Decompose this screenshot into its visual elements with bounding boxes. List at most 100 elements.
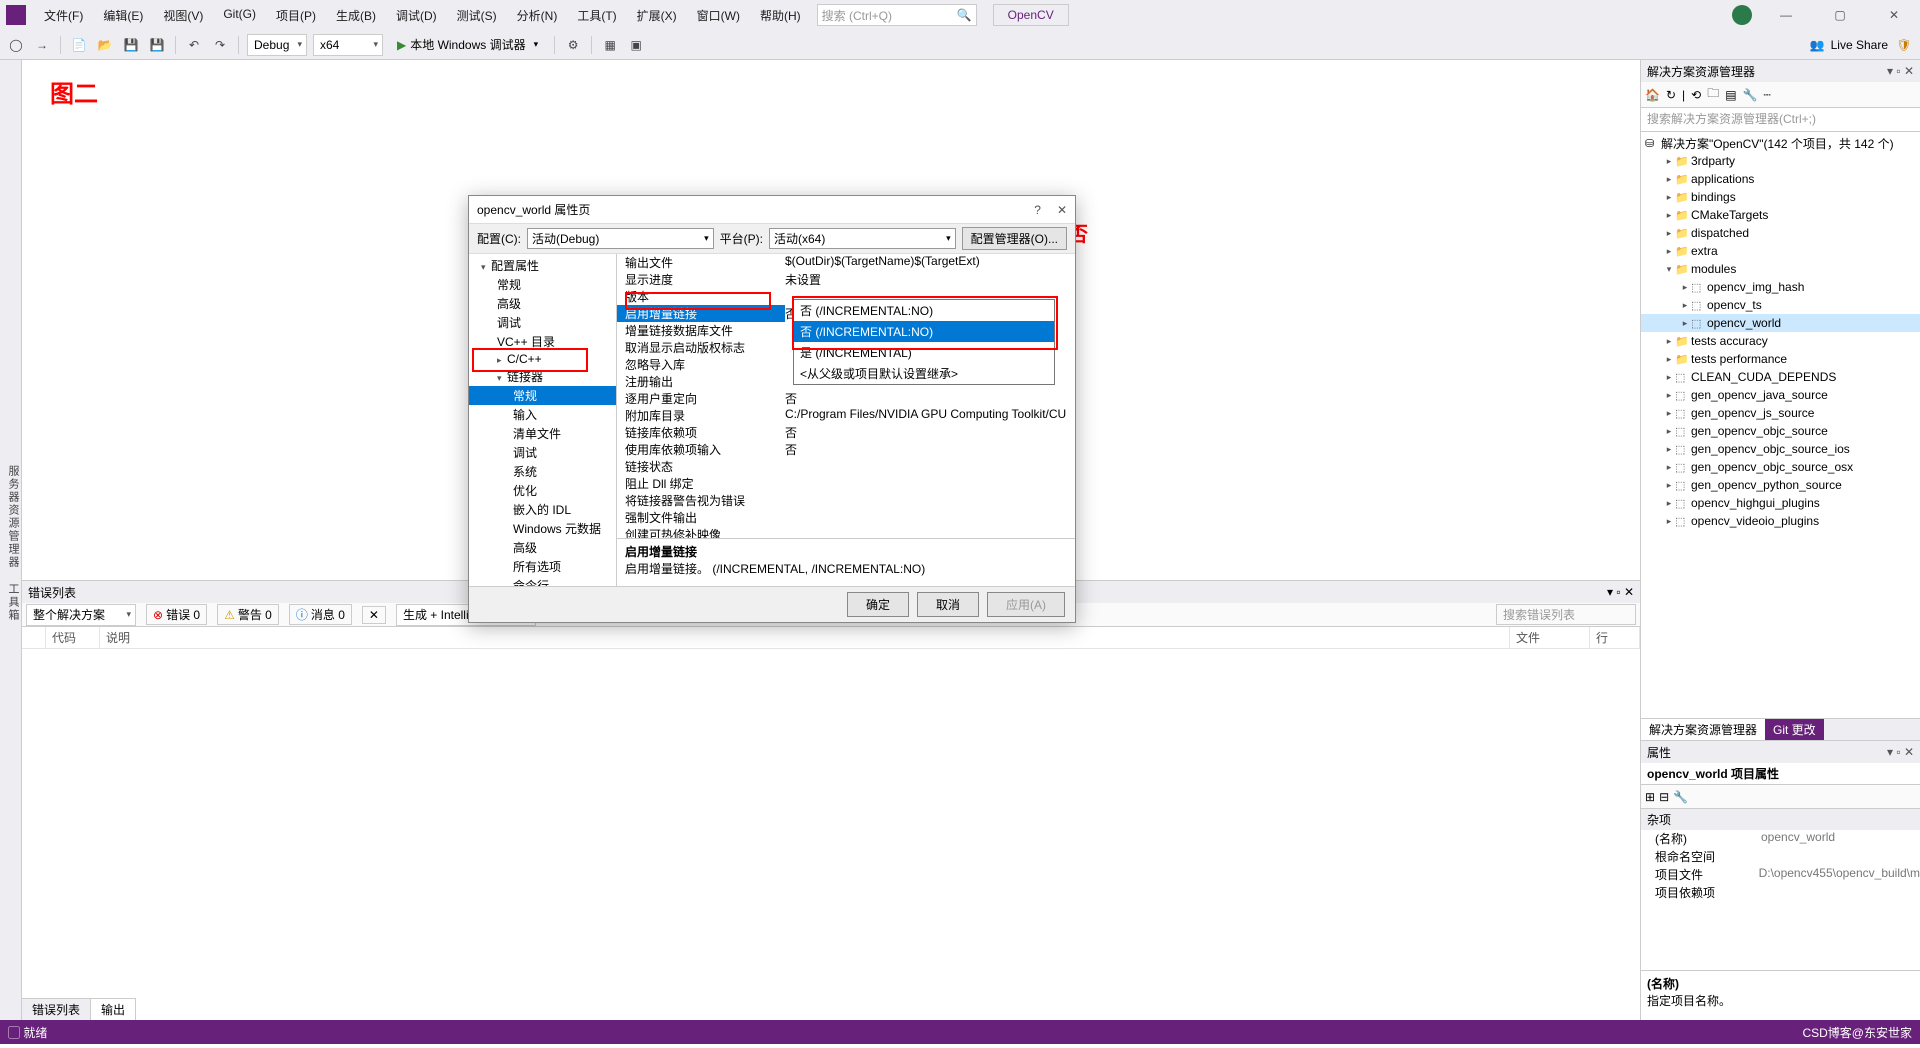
category-item[interactable]: 调试 [469, 443, 616, 462]
tree-item[interactable]: ▸📁tests performance [1641, 350, 1920, 368]
nav-fwd-icon[interactable]: → [32, 35, 52, 55]
tab-error-list[interactable]: 错误列表 [22, 999, 91, 1020]
menu-item[interactable]: 编辑(E) [93, 7, 153, 24]
category-item[interactable]: 优化 [469, 481, 616, 500]
tab-output[interactable]: 输出 [91, 999, 136, 1020]
showall-icon[interactable]: ▤ [1725, 88, 1736, 102]
property-grid[interactable]: 输出文件$(OutDir)$(TargetName)$(TargetExt)显示… [617, 254, 1075, 538]
errors-filter[interactable]: ⊗错误 0 [146, 604, 207, 625]
tree-item[interactable]: ▸📁CMakeTargets [1641, 206, 1920, 224]
minimize-icon[interactable]: — [1766, 8, 1806, 22]
admin-icon[interactable]: 🛡 [1894, 35, 1914, 55]
refresh-icon[interactable]: ↻ [1666, 88, 1676, 102]
tree-item[interactable]: ▸⬚opencv_img_hash [1641, 278, 1920, 296]
home-icon[interactable]: 🏠 [1645, 88, 1660, 102]
solution-search-input[interactable]: 搜索解决方案资源管理器(Ctrl+;) [1641, 108, 1920, 132]
category-item[interactable]: VC++ 目录 [469, 332, 616, 351]
tree-item[interactable]: ▸⬚gen_opencv_objc_source_ios [1641, 440, 1920, 458]
undo-icon[interactable]: ↶ [184, 35, 204, 55]
tree-item[interactable]: ▸⬚opencv_ts [1641, 296, 1920, 314]
tree-item[interactable]: ▸📁bindings [1641, 188, 1920, 206]
properties-grid[interactable]: 杂项 (名称)opencv_world根命名空间项目文件D:\opencv455… [1641, 809, 1920, 970]
messages-filter[interactable]: ⓘ消息 0 [289, 604, 352, 625]
menu-item[interactable]: 项目(P) [266, 7, 326, 24]
dropdown-option[interactable]: <从父级或项目默认设置继承> [794, 363, 1054, 384]
incremental-link-dropdown[interactable]: 否 (/INCREMENTAL:NO) 否 (/INCREMENTAL:NO) … [793, 299, 1055, 385]
left-tool-tabs[interactable]: 服务器资源管理器 工具箱 [0, 60, 22, 1020]
avatar[interactable] [1732, 5, 1752, 25]
menu-item[interactable]: 文件(F) [34, 7, 93, 24]
close-icon[interactable]: ✕ [1874, 8, 1914, 22]
property-row[interactable]: 输出文件$(OutDir)$(TargetName)$(TargetExt) [617, 254, 1075, 271]
tree-item[interactable]: ▸⬚gen_opencv_objc_source [1641, 422, 1920, 440]
category-item[interactable]: ▾配置属性 [469, 256, 616, 275]
category-item[interactable]: 高级 [469, 294, 616, 313]
tree-item[interactable]: ▸⬚gen_opencv_python_source [1641, 476, 1920, 494]
save-icon[interactable]: 💾 [121, 35, 141, 55]
dropdown-option[interactable]: 否 (/INCREMENTAL:NO) [794, 300, 1054, 321]
property-row[interactable]: 逐用户重定向否 [617, 390, 1075, 407]
property-row[interactable]: 将链接器警告视为错误 [617, 492, 1075, 509]
property-row[interactable]: 附加库目录C:/Program Files/NVIDIA GPU Computi… [617, 407, 1075, 424]
property-row[interactable]: 显示进度未设置 [617, 271, 1075, 288]
solution-tree[interactable]: ⛁解决方案"OpenCV"(142 个项目，共 142 个) ▸📁3rdpart… [1641, 132, 1920, 718]
config-combo[interactable]: Debug [247, 34, 307, 56]
tree-item[interactable]: ▸⬚gen_opencv_java_source [1641, 386, 1920, 404]
property-row[interactable]: 使用库依赖项输入否 [617, 441, 1075, 458]
category-item[interactable]: 高级 [469, 538, 616, 557]
tree-item[interactable]: ▸📁applications [1641, 170, 1920, 188]
error-search-input[interactable]: 搜索错误列表 [1496, 604, 1636, 625]
config-dropdown[interactable]: 活动(Debug) [527, 228, 714, 249]
category-item[interactable]: ▾链接器 [469, 367, 616, 386]
tree-item[interactable]: ▸⬚opencv_world [1641, 314, 1920, 332]
tab-solution-explorer[interactable]: 解决方案资源管理器 [1641, 719, 1765, 740]
tree-item[interactable]: ▸⬚gen_opencv_objc_source_osx [1641, 458, 1920, 476]
tree-item[interactable]: ▸📁tests accuracy [1641, 332, 1920, 350]
warnings-filter[interactable]: ⚠警告 0 [217, 604, 279, 625]
property-row[interactable]: 链接库依赖项否 [617, 424, 1075, 441]
ok-button[interactable]: 确定 [847, 592, 909, 617]
menu-item[interactable]: 测试(S) [447, 7, 507, 24]
redo-icon[interactable]: ↷ [210, 35, 230, 55]
solution-root[interactable]: ⛁解决方案"OpenCV"(142 个项目，共 142 个) [1641, 134, 1920, 152]
maximize-icon[interactable]: ▢ [1820, 8, 1860, 22]
menu-item[interactable]: 工具(T) [567, 7, 626, 24]
tree-item[interactable]: ▸📁3rdparty [1641, 152, 1920, 170]
tree-item[interactable]: ▸⬚gen_opencv_js_source [1641, 404, 1920, 422]
nav-back-icon[interactable]: ◯ [6, 35, 26, 55]
category-item[interactable]: 常规 [469, 275, 616, 294]
tree-item[interactable]: ▸⬚opencv_highgui_plugins [1641, 494, 1920, 512]
menu-item[interactable]: Git(G) [213, 7, 266, 24]
panel-controls[interactable]: ▾ ▫ ✕ [1607, 585, 1634, 599]
properties-toolbar[interactable]: ⊞⊟🔧 [1641, 785, 1920, 809]
solution-explorer-toolbar[interactable]: 🏠 ↻ | ⟲ 🗀 ▤ 🔧 ┄ [1641, 82, 1920, 108]
solution-name[interactable]: OpenCV [993, 4, 1069, 26]
tool3-icon[interactable]: ▣ [626, 35, 646, 55]
category-item[interactable]: 调试 [469, 313, 616, 332]
menu-item[interactable]: 调试(D) [386, 7, 447, 24]
search-input[interactable]: 搜索 (Ctrl+Q)🔍 [817, 4, 977, 26]
menu-item[interactable]: 生成(B) [326, 7, 386, 24]
category-item[interactable]: 清单文件 [469, 424, 616, 443]
clear-filter[interactable]: ✕ [362, 606, 386, 624]
menu-item[interactable]: 帮助(H) [750, 7, 811, 24]
cancel-button[interactable]: 取消 [917, 592, 979, 617]
menu-item[interactable]: 分析(N) [507, 7, 568, 24]
category-tree[interactable]: ▾配置属性常规高级调试VC++ 目录▸C/C++▾链接器常规输入清单文件调试系统… [469, 254, 617, 586]
category-item[interactable]: 常规 [469, 386, 616, 405]
new-icon[interactable]: 📄 [69, 35, 89, 55]
category-item[interactable]: ▸C/C++ [469, 351, 616, 367]
property-row[interactable]: 创建可热修补映像 [617, 526, 1075, 538]
tool-icon[interactable]: ⚙ [563, 35, 583, 55]
menu-item[interactable]: 窗口(W) [687, 7, 750, 24]
tree-item[interactable]: ▸⬚CLEAN_CUDA_DEPENDS [1641, 368, 1920, 386]
category-item[interactable]: 输入 [469, 405, 616, 424]
open-icon[interactable]: 📂 [95, 35, 115, 55]
dialog-help-icon[interactable]: ? [1034, 203, 1041, 217]
tree-item[interactable]: ▸📁extra [1641, 242, 1920, 260]
tree-item[interactable]: ▾📁modules [1641, 260, 1920, 278]
menu-item[interactable]: 扩展(X) [627, 7, 687, 24]
platform-combo[interactable]: x64 [313, 34, 383, 56]
scope-combo[interactable]: 整个解决方案 [26, 604, 136, 626]
tab-git-changes[interactable]: Git 更改 [1765, 719, 1824, 740]
